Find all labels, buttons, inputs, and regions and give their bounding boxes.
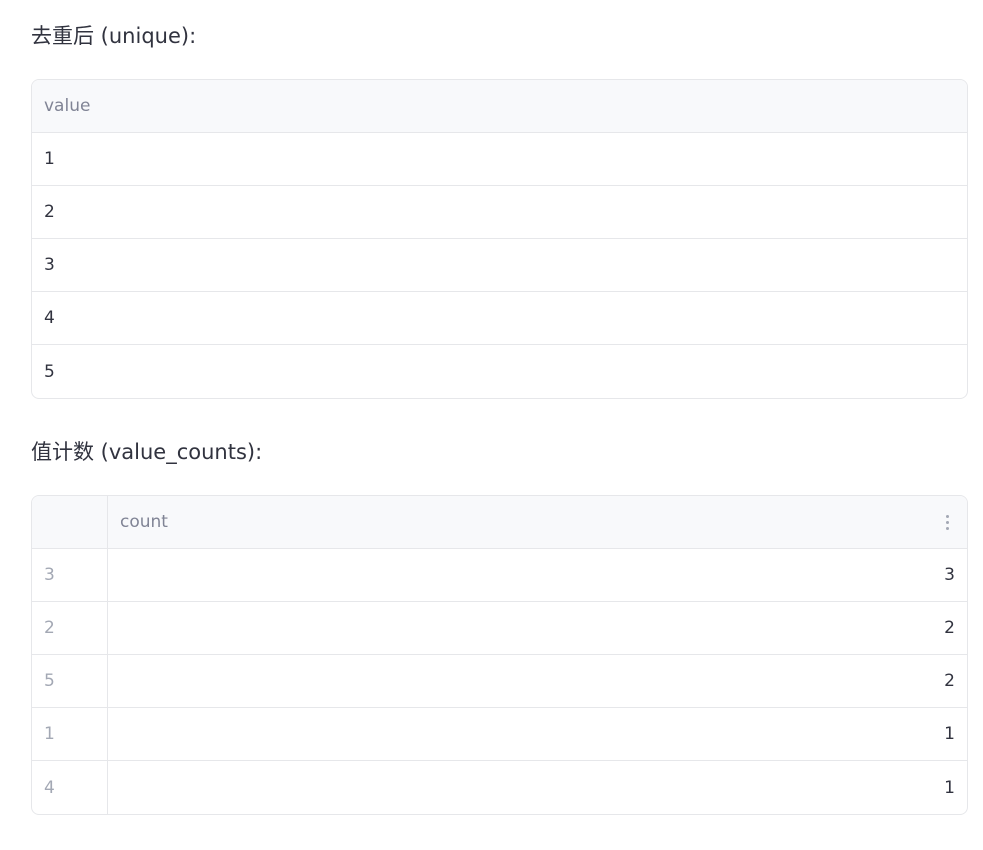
table-row[interactable]: 4 [32, 292, 967, 345]
table-cell[interactable]: 4 [32, 292, 967, 344]
table-row[interactable]: 4 1 [32, 761, 967, 814]
row-index[interactable]: 4 [32, 761, 108, 814]
count-cell[interactable]: 2 [108, 655, 967, 707]
table-row[interactable]: 5 2 [32, 655, 967, 708]
counts-section-title: 值计数 (value_counts): [31, 440, 263, 464]
table-row[interactable]: 2 [32, 186, 967, 239]
unique-table[interactable]: value 1 2 3 4 5 [31, 79, 968, 399]
row-index[interactable]: 5 [32, 655, 108, 707]
table-cell[interactable]: 5 [32, 345, 967, 398]
table-row[interactable]: 1 1 [32, 708, 967, 761]
row-index[interactable]: 2 [32, 602, 108, 654]
column-header-value[interactable]: value [32, 80, 967, 132]
column-header-count[interactable]: count [108, 496, 967, 548]
table-row[interactable]: 2 2 [32, 602, 967, 655]
column-header-label: count [120, 512, 168, 532]
value-counts-table[interactable]: count 3 3 2 2 5 2 1 1 4 1 [31, 495, 968, 815]
table-cell[interactable]: 3 [32, 239, 967, 291]
index-header[interactable] [32, 496, 108, 548]
table-row[interactable]: 5 [32, 345, 967, 398]
more-vertical-icon[interactable] [939, 512, 955, 532]
row-index[interactable]: 3 [32, 549, 108, 601]
table-row[interactable]: 3 3 [32, 549, 967, 602]
table-header-row: value [32, 80, 967, 133]
count-cell[interactable]: 3 [108, 549, 967, 601]
row-index[interactable]: 1 [32, 708, 108, 760]
table-header-row: count [32, 496, 967, 549]
table-cell[interactable]: 2 [32, 186, 967, 238]
table-row[interactable]: 1 [32, 133, 967, 186]
table-cell[interactable]: 1 [32, 133, 967, 185]
table-row[interactable]: 3 [32, 239, 967, 292]
count-cell[interactable]: 2 [108, 602, 967, 654]
count-cell[interactable]: 1 [108, 708, 967, 760]
count-cell[interactable]: 1 [108, 761, 967, 814]
unique-section-title: 去重后 (unique): [31, 24, 197, 48]
